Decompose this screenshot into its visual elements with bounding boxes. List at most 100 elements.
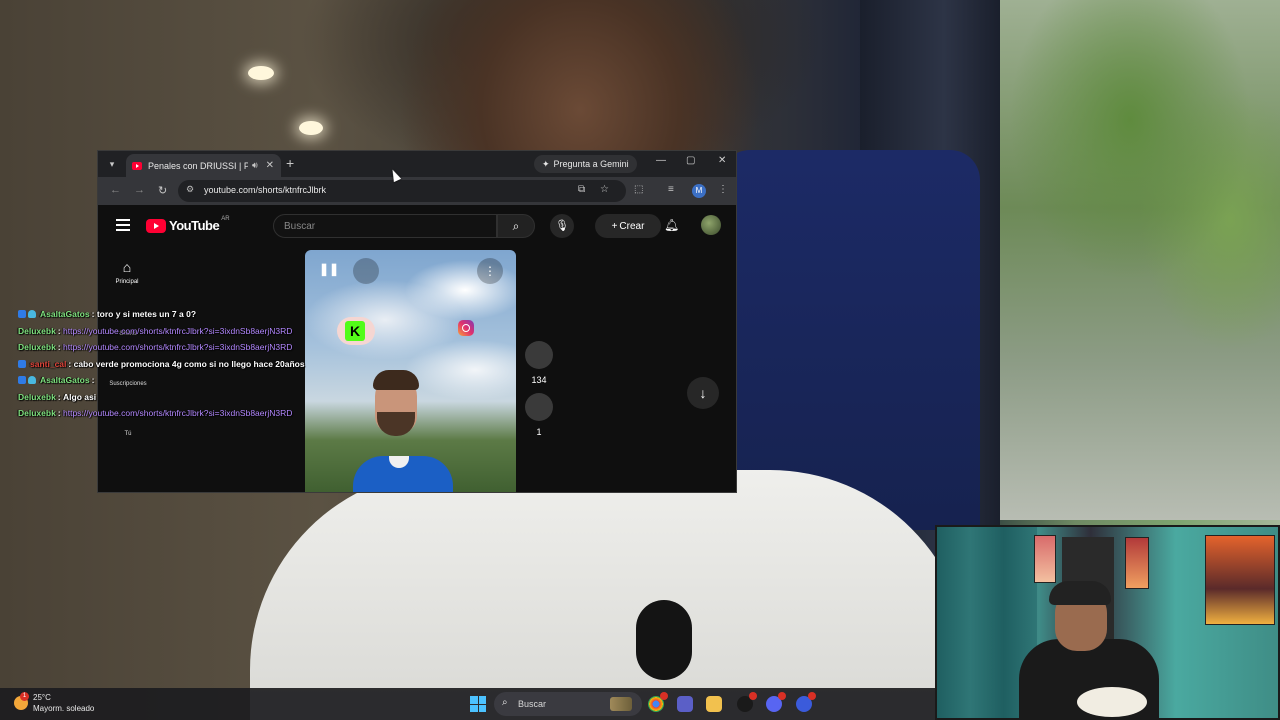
search-input[interactable]: Buscar: [273, 214, 497, 238]
media-control-icon[interactable]: ≡: [668, 184, 674, 195]
more-options-icon[interactable]: ⋮: [477, 258, 503, 284]
sub-badge-icon: [18, 376, 26, 385]
taskbar-search[interactable]: ⌕ Buscar: [494, 692, 642, 716]
like-action[interactable]: 134: [524, 341, 554, 385]
close-tab-icon[interactable]: ✕: [266, 160, 274, 171]
hamburger-menu-icon[interactable]: [116, 219, 130, 231]
chat-username: santi_cal: [30, 358, 67, 369]
pause-icon[interactable]: ❚❚: [319, 262, 339, 276]
search-button[interactable]: ⌕: [497, 214, 535, 238]
back-arrow-icon[interactable]: ←: [110, 184, 121, 196]
chat-username: Deluxebk: [18, 391, 56, 402]
weather-temperature[interactable]: 25°C: [33, 693, 51, 702]
microphone-icon: 🎙︎: [555, 220, 569, 232]
minimize-icon[interactable]: —: [656, 155, 666, 166]
country-code: AR: [221, 215, 230, 222]
speaker-icon[interactable]: 🔊︎: [252, 160, 258, 171]
bookmark-star-icon[interactable]: ☆: [600, 184, 609, 195]
search-icon: ⌕: [502, 697, 508, 708]
profile-avatar[interactable]: M: [692, 184, 706, 198]
taskbar-search-label: Buscar: [518, 699, 547, 709]
stream-chat-overlay: AsaltaGatos: toro y si metes un 7 a 0? D…: [18, 306, 318, 422]
chat-username: Deluxebk: [18, 408, 56, 419]
like-button[interactable]: [525, 341, 553, 369]
chat-username: AsaltaGatos: [40, 309, 90, 320]
ceiling-light: [299, 121, 323, 135]
address-bar: ← → ↻ ⚙︎ youtube.com/shorts/ktnfrcJlbrk …: [98, 177, 736, 205]
url-field[interactable]: ⚙︎ youtube.com/shorts/ktnfrcJlbrk ⧉ ☆: [178, 180, 626, 202]
forward-arrow-icon[interactable]: →: [134, 184, 145, 196]
site-info-icon[interactable]: ⚙︎: [186, 184, 194, 195]
search-icon: ⌕: [512, 219, 520, 233]
webcam-plate: [1077, 687, 1147, 717]
tab-active[interactable]: Penales con DRIUSSI | PART 🔊︎ ✕: [126, 154, 281, 177]
discord-icon[interactable]: [766, 692, 786, 712]
wall-poster: [1125, 537, 1149, 589]
comment-button[interactable]: [525, 393, 553, 421]
next-short-arrow-icon[interactable]: ↓: [687, 377, 719, 409]
teams-icon[interactable]: [677, 696, 693, 712]
gemini-button[interactable]: ✦ Pregunta a Gemini: [534, 155, 637, 173]
sparkle-icon: ✦: [542, 158, 550, 169]
kick-logo-icon: K: [345, 321, 365, 341]
wall-poster: [1034, 535, 1056, 583]
lapel-microphone: [636, 600, 692, 680]
short-video-player[interactable]: ❚❚ ⋮ K: [305, 250, 516, 492]
webcam-headset: [1049, 581, 1111, 605]
chat-badges: [18, 376, 36, 385]
sidebar-you-label: Tú: [124, 431, 132, 437]
sidebar-item-home[interactable]: ⌂ Principal: [112, 259, 142, 285]
new-tab-plus-icon[interactable]: +: [286, 155, 294, 171]
gift-badge-icon: [28, 376, 36, 385]
extensions-icon[interactable]: ⬚: [634, 184, 643, 195]
train-window-view: [980, 0, 1280, 520]
obs-badge: [749, 692, 757, 700]
chat-message: santi_cal: cabo verde promociona 4g como…: [18, 356, 318, 373]
like-count: 134: [531, 375, 547, 385]
chat-username: AsaltaGatos: [40, 375, 90, 386]
chat-message: Deluxebk: Algo asi: [18, 389, 318, 406]
chat-message: AsaltaGatos:: [18, 372, 318, 389]
notifications-bell-icon[interactable]: 🔔︎: [664, 218, 679, 232]
chat-link[interactable]: https://youtube.com/shorts/ktnfrcJlbrk?s…: [63, 326, 292, 336]
windows-start-icon[interactable]: [470, 696, 486, 712]
chat-link[interactable]: https://youtube.com/shorts/ktnfrcJlbrk?s…: [63, 408, 292, 418]
cast-icon[interactable]: ⧉: [578, 184, 585, 195]
account-avatar[interactable]: [701, 215, 721, 235]
weather-description[interactable]: Mayorm. soleado: [33, 704, 94, 713]
obs-icon[interactable]: [737, 692, 757, 712]
tab-search-chevron-icon[interactable]: ▾: [104, 156, 120, 172]
youtube-logo-text: YouTube: [169, 218, 220, 233]
chat-text: toro y si metes un 7 a 0?: [96, 309, 197, 320]
more-menu-icon[interactable]: ⋮: [718, 184, 728, 195]
close-window-icon[interactable]: ✕: [718, 155, 726, 166]
chat-badges: [18, 359, 26, 368]
chrome-icon[interactable]: [648, 692, 668, 712]
chat-message: Deluxebk: https://youtube.com/shorts/ktn…: [18, 323, 318, 340]
volume-button[interactable]: [353, 258, 379, 284]
wall-poster: [1205, 535, 1275, 625]
create-label: Crear: [619, 220, 645, 232]
chat-colon: :: [91, 375, 97, 386]
comment-count: 1: [536, 427, 542, 437]
sub-badge-icon: [18, 359, 26, 368]
youtube-logo[interactable]: YouTube AR: [146, 215, 230, 233]
gift-badge-icon: [28, 310, 36, 319]
youtube-play-icon: [146, 218, 166, 233]
chat-badges: [18, 310, 36, 319]
kick-logo-badge: K: [337, 317, 375, 345]
youtube-favicon-icon: [132, 161, 142, 170]
comment-action[interactable]: 1: [524, 393, 554, 437]
reload-icon[interactable]: ↻: [158, 184, 167, 197]
create-button[interactable]: + Crear: [595, 214, 661, 238]
voice-search-button[interactable]: 🎙︎: [550, 214, 574, 238]
sidebar-item-you[interactable]: Tú: [108, 431, 148, 437]
url-text: youtube.com/shorts/ktnfrcJlbrk: [204, 185, 327, 195]
chat-link[interactable]: https://youtube.com/shorts/ktnfrcJlbrk?s…: [63, 342, 292, 352]
ea-app-icon[interactable]: [796, 692, 816, 712]
chat-message: AsaltaGatos: toro y si metes un 7 a 0?: [18, 306, 318, 323]
maximize-icon[interactable]: ▢: [686, 155, 695, 166]
gemini-label: Pregunta a Gemini: [553, 159, 629, 169]
file-explorer-icon[interactable]: [706, 696, 722, 712]
sidebar-home-label: Principal: [115, 279, 139, 285]
